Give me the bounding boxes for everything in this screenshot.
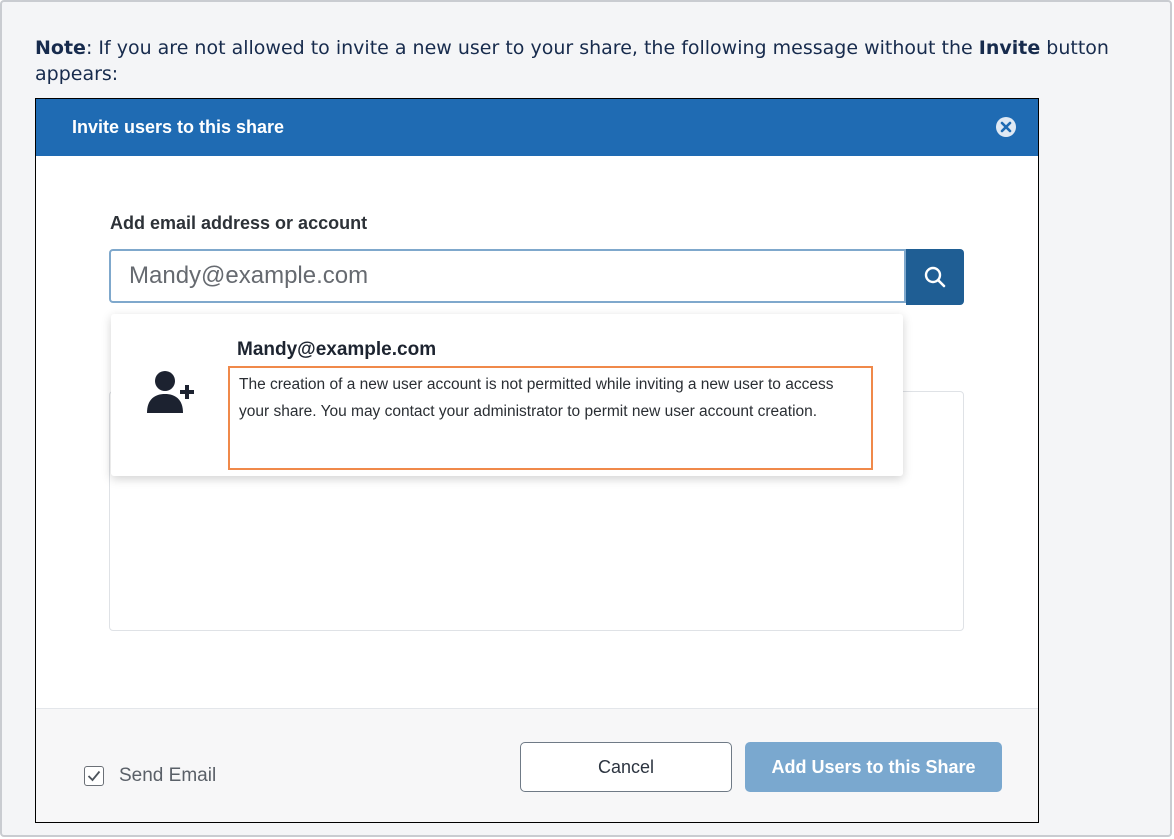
- note-text-part1: : If you are not allowed to invite a new…: [85, 37, 979, 59]
- cancel-button[interactable]: Cancel: [520, 742, 732, 792]
- add-user-icon: [147, 371, 194, 413]
- invite-dialog-screenshot: Invite users to this share Add email add…: [35, 98, 1039, 823]
- note-label: Note: [35, 37, 86, 59]
- note-panel: Note: If you are not allowed to invite a…: [0, 0, 1172, 837]
- search-button[interactable]: [906, 249, 964, 305]
- note-text: Note: If you are not allowed to invite a…: [35, 35, 1145, 87]
- checkmark-icon: [87, 770, 101, 782]
- note-bold-word: Invite: [978, 37, 1041, 59]
- email-field-label: Add email address or account: [110, 213, 368, 233]
- send-email-label: Send Email: [119, 765, 217, 786]
- dialog-header: Invite users to this share: [36, 99, 1038, 156]
- dialog-title: Invite users to this share: [72, 117, 285, 137]
- not-permitted-message: The creation of a new user account is no…: [228, 366, 873, 470]
- dialog-footer: Send Email Cancel Add Users to this Shar…: [36, 708, 1038, 822]
- search-icon: [924, 266, 946, 288]
- checkbox-box[interactable]: [84, 766, 104, 786]
- suggestion-email: Mandy@example.com: [237, 339, 437, 360]
- email-input[interactable]: [109, 249, 906, 303]
- user-suggestion-item[interactable]: Mandy@example.com The creation of a new …: [111, 314, 903, 476]
- close-button[interactable]: [995, 116, 1017, 138]
- add-users-button[interactable]: Add Users to this Share: [745, 742, 1002, 792]
- close-icon: [996, 117, 1016, 137]
